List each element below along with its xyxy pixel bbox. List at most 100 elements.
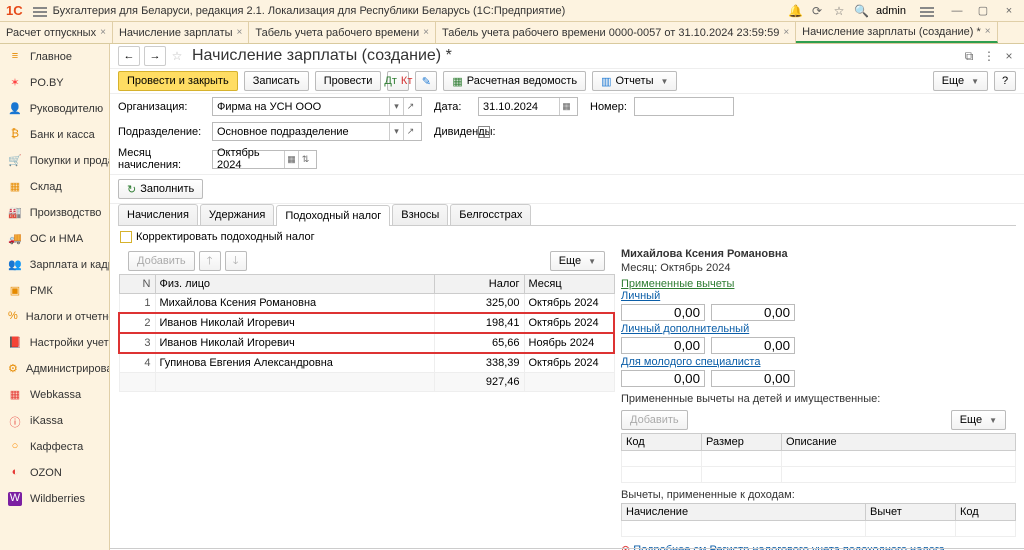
col-code[interactable]: Код — [622, 434, 702, 451]
move-up-button[interactable]: 🡑 — [199, 251, 221, 271]
young-v3b[interactable] — [711, 370, 795, 387]
favorite-icon[interactable]: ☆ — [170, 49, 184, 63]
close-doc-icon[interactable]: × — [1002, 49, 1016, 63]
doctab-4[interactable]: Начисление зарплаты (создание) *× — [796, 22, 997, 43]
sidebar-item[interactable]: 🛒Покупки и продажи — [0, 148, 109, 174]
dept-field[interactable]: Основное подразделение▾↗ — [212, 122, 422, 141]
more-deductions-button[interactable]: Еще▼ — [951, 410, 1006, 430]
doctab-2[interactable]: Табель учета рабочего времени× — [249, 22, 436, 43]
personal-ext-link[interactable]: Личный дополнительный — [621, 323, 749, 335]
col-fio[interactable]: Физ. лицо — [155, 275, 434, 294]
close-icon[interactable]: × — [237, 27, 243, 38]
star-icon[interactable]: ☆ — [832, 4, 846, 18]
post-close-button[interactable]: Провести и закрыть — [118, 71, 238, 91]
col-ded[interactable]: Вычет — [866, 504, 956, 521]
chevron-down-icon[interactable]: ▾ — [389, 123, 403, 140]
num-field[interactable] — [634, 97, 734, 116]
reports-button[interactable]: ▥ Отчеты▼ — [592, 71, 677, 91]
doctab-1[interactable]: Начисление зарплаты× — [113, 22, 249, 43]
sidebar-item[interactable]: ▣РМК — [0, 278, 109, 304]
table-row[interactable]: 3Иванов Николай Игоревич65,66Ноябрь 2024 — [119, 333, 614, 353]
sidebar-item[interactable]: WWildberries — [0, 486, 109, 512]
personal-link[interactable]: Личный — [621, 290, 660, 302]
dt-kt-button[interactable]: ДтКт — [387, 71, 409, 91]
correct-tax-checkbox[interactable] — [120, 231, 132, 243]
hamburger-icon[interactable] — [33, 5, 47, 17]
sidebar-item[interactable]: 👥Зарплата и кадры — [0, 252, 109, 278]
calendar-icon[interactable]: ▦ — [284, 151, 298, 168]
close-button[interactable]: × — [1000, 5, 1018, 17]
bell-icon[interactable]: 🔔 — [788, 4, 802, 18]
tab-accruals[interactable]: Начисления — [118, 204, 198, 225]
sidebar-item[interactable]: 📕Настройки учета — [0, 330, 109, 356]
sidebar-item[interactable]: ◐OZON — [0, 460, 109, 486]
sidebar-item[interactable]: ▦Склад — [0, 174, 109, 200]
user-label[interactable]: admin — [876, 5, 906, 17]
sidebar-item[interactable]: 🏭Производство — [0, 200, 109, 226]
personal-ext-v2b[interactable] — [711, 337, 795, 354]
nav-back-button[interactable]: ← — [118, 46, 140, 66]
col-n[interactable]: N — [119, 275, 155, 294]
fill-button[interactable]: ↻ Заполнить — [118, 179, 203, 199]
young-link[interactable]: Для молодого специалиста — [621, 356, 760, 368]
tab-deductions[interactable]: Удержания — [200, 204, 274, 225]
sidebar-item[interactable]: 🚚ОС и НМА — [0, 226, 109, 252]
calendar-icon[interactable]: ▦ — [559, 98, 573, 115]
tab-income-tax[interactable]: Подоходный налог — [276, 205, 390, 226]
col-size[interactable]: Размер — [702, 434, 782, 451]
doctab-3[interactable]: Табель учета рабочего времени 0000-0057 … — [436, 22, 796, 43]
org-field[interactable]: Фирма на УСН ООО▾↗ — [212, 97, 422, 116]
open-ref-icon[interactable]: ↗ — [403, 123, 417, 140]
sidebar-item[interactable]: ✶PO.BY — [0, 70, 109, 96]
help-button[interactable]: ? — [994, 71, 1016, 91]
personal-v1[interactable] — [621, 304, 705, 321]
sidebar-item[interactable]: ₿Банк и касса — [0, 122, 109, 148]
col-month[interactable]: Месяц — [524, 275, 614, 294]
close-icon[interactable]: × — [423, 27, 429, 38]
nav-forward-button[interactable]: → — [144, 46, 166, 66]
close-icon[interactable]: × — [783, 27, 789, 38]
date-field[interactable]: 31.10.2024▦ — [478, 97, 578, 116]
chevron-down-icon[interactable]: ▾ — [389, 98, 403, 115]
tab-contributions[interactable]: Взносы — [392, 204, 448, 225]
dividends-checkbox[interactable] — [478, 126, 490, 138]
sidebar-item[interactable]: ▦Webkassa — [0, 382, 109, 408]
applied-deductions-link[interactable]: Примененные вычеты — [621, 278, 1016, 290]
table-row[interactable]: 2Иванов Николай Игоревич198,41Октябрь 20… — [119, 313, 614, 333]
col-code2[interactable]: Код — [956, 504, 1016, 521]
stepper-icon[interactable]: ⇅ — [298, 151, 312, 168]
sidebar-item[interactable]: ≡Главное — [0, 44, 109, 70]
close-icon[interactable]: × — [100, 27, 106, 38]
month-field[interactable]: Октябрь 2024▦⇅ — [212, 150, 317, 169]
young-v3[interactable] — [621, 370, 705, 387]
search-icon[interactable]: 🔍 — [854, 4, 868, 18]
col-tax[interactable]: Налог — [434, 275, 524, 294]
close-icon[interactable]: × — [985, 26, 991, 37]
add-deduction-button[interactable]: Добавить — [621, 410, 688, 430]
sidebar-item[interactable]: 👤Руководителю — [0, 96, 109, 122]
sidebar-item[interactable]: ○Каффеста — [0, 434, 109, 460]
post-button[interactable]: Провести — [315, 71, 382, 91]
col-acc[interactable]: Начисление — [622, 504, 866, 521]
add-row-button[interactable]: Добавить — [128, 251, 195, 271]
payslip-button[interactable]: ▦ Расчетная ведомость — [443, 71, 586, 91]
save-button[interactable]: Записать — [244, 71, 309, 91]
table-row[interactable]: 1Михайлова Ксения Романовна325,00Октябрь… — [119, 294, 614, 314]
menu-right-icon[interactable] — [920, 5, 934, 17]
sidebar-item[interactable]: %Налоги и отчетность — [0, 304, 109, 330]
tab-belgosstrakh[interactable]: Белгосстрах — [450, 204, 531, 225]
col-desc[interactable]: Описание — [782, 434, 1016, 451]
t-sheet-button[interactable]: ✎ — [415, 71, 437, 91]
history-icon[interactable]: ⟳ — [810, 4, 824, 18]
minimize-button[interactable]: — — [948, 5, 966, 17]
sidebar-item[interactable]: ⓘiKassa — [0, 408, 109, 434]
doctab-0[interactable]: Расчет отпускных× — [0, 22, 113, 43]
more-button[interactable]: Еще▼ — [933, 71, 988, 91]
more-icon[interactable]: ⋮ — [982, 49, 996, 63]
move-down-button[interactable]: 🡓 — [225, 251, 247, 271]
maximize-button[interactable]: ▢ — [974, 4, 992, 17]
sidebar-item[interactable]: ⚙Администрирование — [0, 356, 109, 382]
personal-v1b[interactable] — [711, 304, 795, 321]
open-ref-icon[interactable]: ↗ — [403, 98, 417, 115]
personal-ext-v2[interactable] — [621, 337, 705, 354]
